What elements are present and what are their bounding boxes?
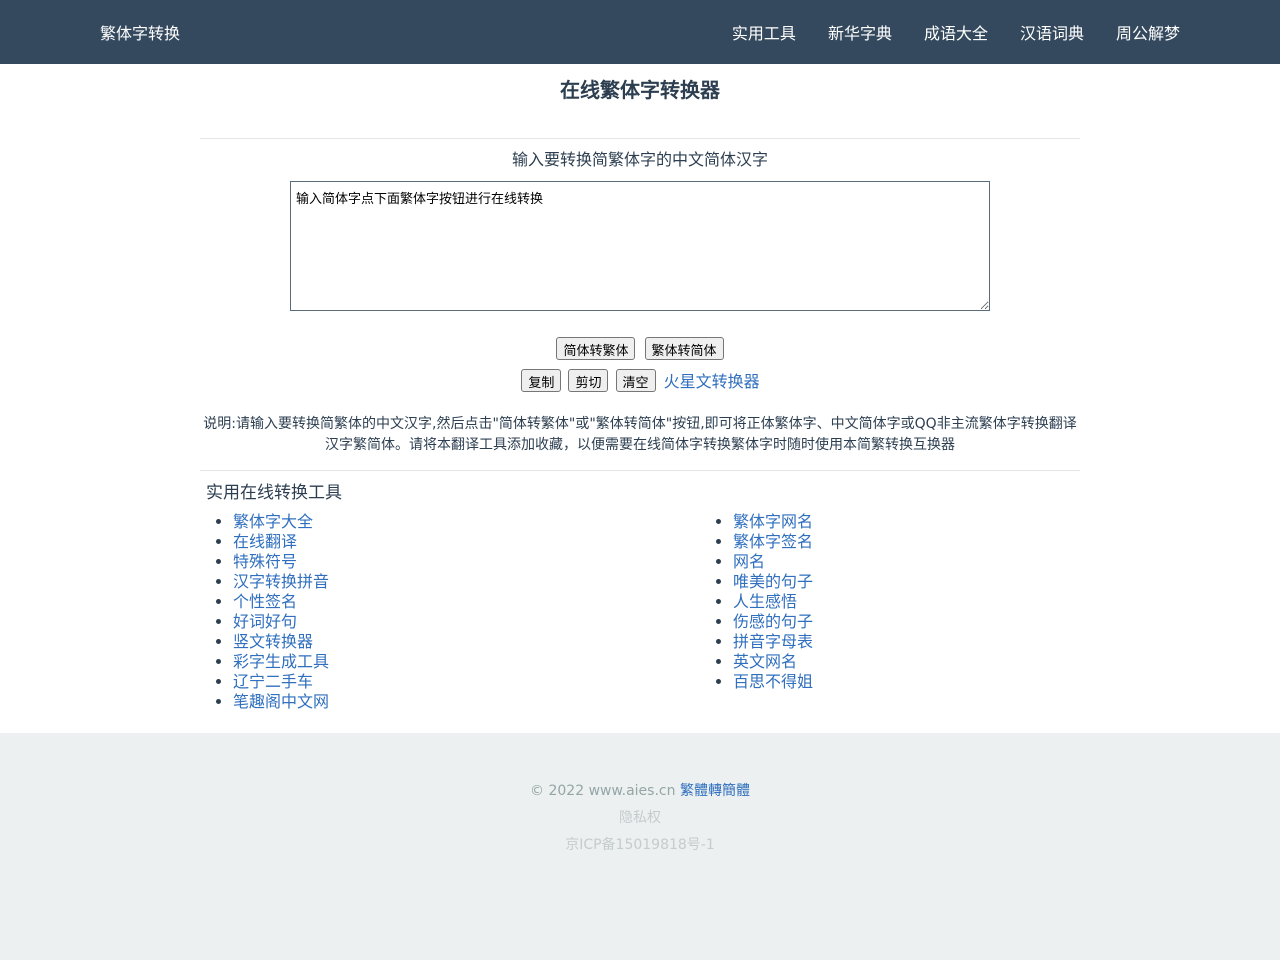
tools-list-right: 繁体字网名 繁体字签名 网名 唯美的句子 人生感悟 伤感的句子 拼音字母表 英文… — [700, 512, 813, 712]
tool-link[interactable]: 拼音字母表 — [733, 632, 813, 651]
tool-link[interactable]: 个性签名 — [233, 592, 297, 611]
list-item: 繁体字大全 — [233, 512, 700, 532]
nav-link-dream-interpretation[interactable]: 周公解梦 — [1116, 20, 1180, 44]
list-item: 个性签名 — [233, 592, 700, 612]
list-item: 网名 — [733, 552, 813, 572]
copyright-text: © 2022 www.aies.cn — [530, 783, 676, 799]
tool-link[interactable]: 伤感的句子 — [733, 612, 813, 631]
textarea-wrap: 输入简体字点下面繁体字按钮进行在线转换 — [200, 181, 1080, 315]
nav-link-word-dictionary[interactable]: 汉语词典 — [1020, 20, 1084, 44]
to-traditional-button[interactable]: 简体转繁体 — [556, 337, 636, 360]
tool-link[interactable]: 人生感悟 — [733, 592, 797, 611]
list-item: 特殊符号 — [233, 552, 700, 572]
copyright-link[interactable]: 繁體轉簡體 — [680, 783, 750, 799]
tool-link[interactable]: 唯美的句子 — [733, 572, 813, 591]
cut-button[interactable]: 剪切 — [568, 368, 609, 392]
list-item: 在线翻译 — [233, 532, 700, 552]
content-container: 在线繁体字转换器 输入要转换简繁体字的中文简体汉字 输入简体字点下面繁体字按钮进… — [200, 64, 1080, 712]
tool-link[interactable]: 辽宁二手车 — [233, 672, 313, 691]
to-simplified-button[interactable]: 繁体转简体 — [644, 337, 724, 360]
list-item: 唯美的句子 — [733, 572, 813, 592]
page-title: 在线繁体字转换器 — [200, 64, 1080, 139]
list-item: 彩字生成工具 — [233, 652, 700, 672]
list-item: 好词好句 — [233, 612, 700, 632]
nav-link-dictionary[interactable]: 新华字典 — [828, 20, 892, 44]
tools-lists: 繁体字大全 在线翻译 特殊符号 汉字转换拼音 个性签名 好词好句 竖文转换器 彩… — [200, 512, 1080, 712]
mars-text-converter-link[interactable]: 火星文转换器 — [664, 372, 760, 391]
tools-list-left: 繁体字大全 在线翻译 特殊符号 汉字转换拼音 个性签名 好词好句 竖文转换器 彩… — [200, 512, 700, 712]
tool-link[interactable]: 繁体字网名 — [733, 512, 813, 531]
list-item: 繁体字签名 — [733, 532, 813, 552]
list-item: 竖文转换器 — [233, 632, 700, 652]
tool-link[interactable]: 繁体字大全 — [233, 512, 313, 531]
tool-link[interactable]: 网名 — [733, 552, 765, 571]
list-item: 伤感的句子 — [733, 612, 813, 632]
site-brand-link[interactable]: 繁体字转换 — [100, 20, 180, 44]
tool-link[interactable]: 百思不得姐 — [733, 672, 813, 691]
tools-section-title: 实用在线转换工具 — [206, 483, 342, 503]
input-prompt: 输入要转换简繁体字的中文简体汉字 — [511, 150, 768, 169]
top-navbar: 繁体字转换 实用工具 新华字典 成语大全 汉语词典 周公解梦 — [0, 0, 1280, 64]
icp-record: 京ICP备15019818号-1 — [565, 837, 715, 853]
copy-button[interactable]: 复制 — [521, 368, 562, 392]
list-item: 汉字转换拼音 — [233, 572, 700, 592]
list-item: 辽宁二手车 — [233, 672, 700, 692]
tool-link[interactable]: 竖文转换器 — [233, 632, 313, 651]
list-item: 百思不得姐 — [733, 672, 813, 692]
tool-link[interactable]: 在线翻译 — [233, 532, 297, 551]
privacy-link[interactable]: 隐私权 — [0, 805, 1280, 832]
tool-link[interactable]: 彩字生成工具 — [233, 652, 329, 671]
list-item: 人生感悟 — [733, 592, 813, 612]
tool-link[interactable]: 特殊符号 — [233, 552, 297, 571]
nav-link-tools[interactable]: 实用工具 — [732, 20, 796, 44]
conversion-textarea[interactable]: 输入简体字点下面繁体字按钮进行在线转换 — [290, 181, 990, 311]
clear-button[interactable]: 清空 — [615, 368, 656, 392]
tool-link[interactable]: 笔趣阁中文网 — [233, 692, 329, 711]
tool-link[interactable]: 繁体字签名 — [733, 532, 813, 551]
tool-link[interactable]: 英文网名 — [733, 652, 797, 671]
convert-button-row: 简体转繁体 繁体转简体 — [200, 337, 1080, 360]
nav-links: 实用工具 新华字典 成语大全 汉语词典 周公解梦 — [732, 20, 1180, 44]
list-item: 拼音字母表 — [733, 632, 813, 652]
copyright-line: © 2022 www.aies.cn 繁體轉簡體 — [0, 778, 1280, 805]
main-content: 在线繁体字转换器 输入要转换简繁体字的中文简体汉字 输入简体字点下面繁体字按钮进… — [0, 64, 1280, 733]
list-item: 笔趣阁中文网 — [233, 692, 700, 712]
page-footer: © 2022 www.aies.cn 繁體轉簡體 隐私权 京ICP备150198… — [0, 733, 1280, 859]
edit-button-row: 复制 剪切 清空 火星文转换器 — [200, 368, 1080, 392]
usage-description: 说明:请输入要转换简繁体的中文汉字,然后点击"简体转繁体"或"繁体转简体"按钮,… — [200, 414, 1080, 471]
tool-link[interactable]: 汉字转换拼音 — [233, 572, 329, 591]
tool-link[interactable]: 好词好句 — [233, 612, 297, 631]
nav-link-idioms[interactable]: 成语大全 — [924, 20, 988, 44]
list-item: 繁体字网名 — [733, 512, 813, 532]
list-item: 英文网名 — [733, 652, 813, 672]
